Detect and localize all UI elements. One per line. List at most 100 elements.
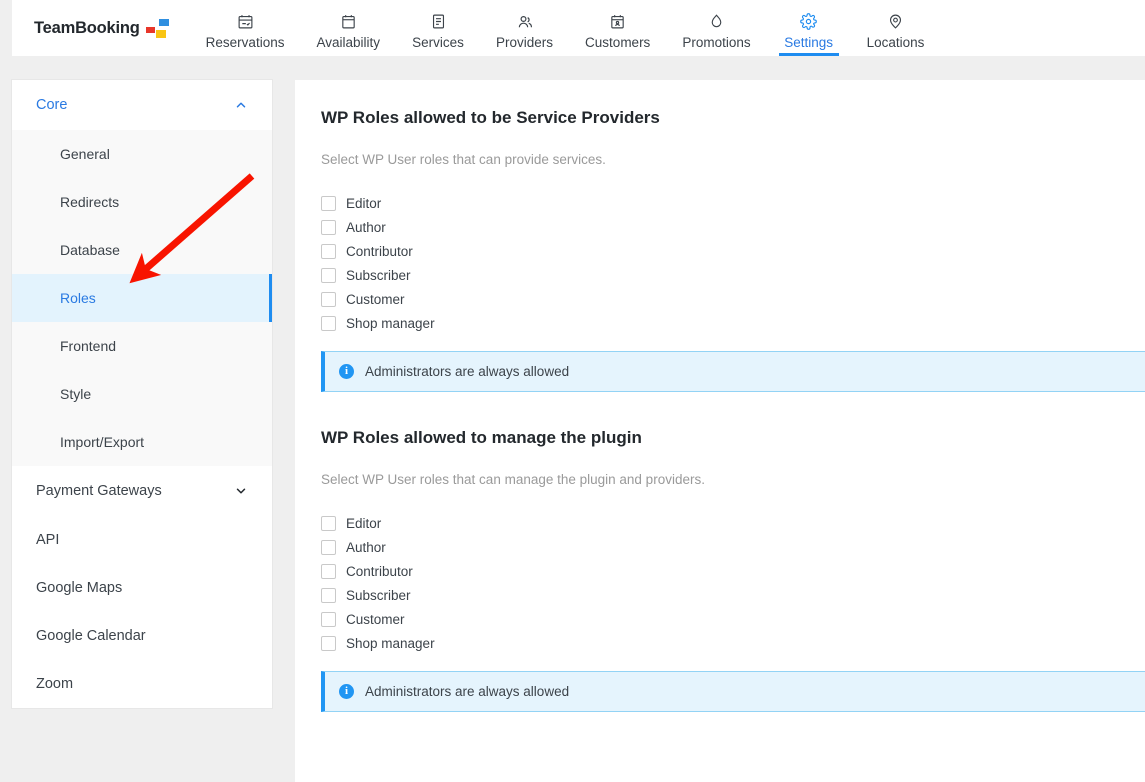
sidebar-item-google-calendar[interactable]: Google Calendar	[12, 612, 272, 660]
info-icon: i	[339, 684, 354, 699]
section-subtitle-manage-plugin: Select WP User roles that can manage the…	[321, 472, 1145, 487]
sidebar-item-roles[interactable]: Roles	[12, 274, 272, 322]
sidebar-item-label: Style	[60, 386, 91, 402]
role-checkbox-row[interactable]: Editor	[321, 511, 1145, 535]
role-checkbox-row[interactable]: Contributor	[321, 239, 1145, 263]
sidebar-item-label: Redirects	[60, 194, 119, 210]
gear-icon	[800, 13, 817, 31]
sidebar-group-payment-gateways[interactable]: Payment Gateways	[12, 466, 272, 516]
checkbox-icon[interactable]	[321, 220, 336, 235]
sidebar-group-label: Core	[36, 97, 67, 113]
section-title-service-providers: WP Roles allowed to be Service Providers	[321, 108, 1145, 128]
role-checkbox-row[interactable]: Subscriber	[321, 263, 1145, 287]
sidebar-group-label: Payment Gateways	[36, 483, 162, 499]
nav-label: Services	[412, 35, 464, 50]
role-checkbox-row[interactable]: Author	[321, 535, 1145, 559]
role-label: Customer	[346, 292, 405, 307]
brand-mark-red-square	[146, 27, 155, 33]
role-label: Subscriber	[346, 588, 411, 603]
sidebar-item-api[interactable]: API	[12, 516, 272, 564]
checkbox-icon[interactable]	[321, 564, 336, 579]
checkbox-icon[interactable]	[321, 588, 336, 603]
sidebar-item-style[interactable]: Style	[12, 370, 272, 418]
sidebar-item-general[interactable]: General	[12, 130, 272, 178]
sidebar-item-label: API	[36, 532, 59, 548]
settings-sidebar: Core General Redirects Database Roles Fr…	[12, 80, 272, 708]
info-notice-managers: i Administrators are always allowed	[321, 671, 1145, 712]
sidebar-item-label: Roles	[60, 290, 96, 306]
role-checkbox-row[interactable]: Shop manager	[321, 631, 1145, 655]
role-label: Author	[346, 220, 386, 235]
sidebar-item-zoom[interactable]: Zoom	[12, 660, 272, 708]
nav-label: Availability	[316, 35, 380, 50]
flame-icon	[708, 13, 725, 31]
checkbox-icon[interactable]	[321, 196, 336, 211]
section-title-manage-plugin: WP Roles allowed to manage the plugin	[321, 428, 1145, 448]
checkbox-icon[interactable]	[321, 612, 336, 627]
info-notice-text: Administrators are always allowed	[365, 364, 569, 379]
role-checkbox-row[interactable]: Author	[321, 215, 1145, 239]
nav-item-customers[interactable]: Customers	[569, 0, 666, 56]
checkbox-icon[interactable]	[321, 244, 336, 259]
sidebar-item-label: Google Calendar	[36, 628, 146, 644]
chevron-up-icon	[234, 98, 248, 112]
nav-item-providers[interactable]: Providers	[480, 0, 569, 56]
list-document-icon	[430, 13, 447, 31]
nav-label: Promotions	[682, 35, 750, 50]
nav-item-availability[interactable]: Availability	[300, 0, 396, 56]
nav-item-settings[interactable]: Settings	[767, 0, 851, 56]
checkbox-icon[interactable]	[321, 636, 336, 651]
brand-name: TeamBooking	[34, 19, 140, 38]
role-label: Shop manager	[346, 316, 435, 331]
role-checkbox-row[interactable]: Shop manager	[321, 311, 1145, 335]
people-icon	[516, 13, 534, 31]
role-label: Contributor	[346, 564, 413, 579]
sidebar-item-database[interactable]: Database	[12, 226, 272, 274]
brand-mark-yellow-square	[156, 30, 166, 38]
nav-label: Settings	[784, 35, 833, 50]
checkbox-icon[interactable]	[321, 316, 336, 331]
nav-item-locations[interactable]: Locations	[851, 0, 941, 56]
calendar-icon	[340, 13, 357, 31]
role-checkbox-row[interactable]: Editor	[321, 191, 1145, 215]
settings-content-panel: WP Roles allowed to be Service Providers…	[295, 80, 1145, 782]
sidebar-item-frontend[interactable]: Frontend	[12, 322, 272, 370]
sidebar-item-label: Database	[60, 242, 120, 258]
sidebar-core-items: General Redirects Database Roles Fronten…	[12, 130, 272, 466]
checkbox-icon[interactable]	[321, 540, 336, 555]
role-label: Editor	[346, 196, 381, 211]
role-label: Subscriber	[346, 268, 411, 283]
role-label: Customer	[346, 612, 405, 627]
checkbox-icon[interactable]	[321, 292, 336, 307]
sidebar-item-google-maps[interactable]: Google Maps	[12, 564, 272, 612]
nav-item-reservations[interactable]: Reservations	[190, 0, 301, 56]
sidebar-group-core[interactable]: Core	[12, 80, 272, 130]
info-icon: i	[339, 364, 354, 379]
info-notice-providers: i Administrators are always allowed	[321, 351, 1145, 392]
section-subtitle-service-providers: Select WP User roles that can provide se…	[321, 152, 1145, 167]
sidebar-item-label: Import/Export	[60, 434, 144, 450]
checkbox-icon[interactable]	[321, 516, 336, 531]
nav-label: Providers	[496, 35, 553, 50]
role-checkbox-list-managers: Editor Author Contributor Subscriber Cus…	[321, 511, 1145, 655]
nav-label: Locations	[867, 35, 925, 50]
role-checkbox-row[interactable]: Customer	[321, 607, 1145, 631]
chevron-down-icon	[234, 484, 248, 498]
brand-logo[interactable]: TeamBooking	[12, 0, 190, 56]
role-label: Contributor	[346, 244, 413, 259]
page-body: Core General Redirects Database Roles Fr…	[0, 56, 1145, 774]
top-nav-items: Reservations Availability Services	[190, 0, 941, 56]
nav-item-services[interactable]: Services	[396, 0, 480, 56]
sidebar-item-label: Zoom	[36, 676, 73, 692]
role-checkbox-row[interactable]: Contributor	[321, 559, 1145, 583]
checkbox-icon[interactable]	[321, 268, 336, 283]
info-notice-text: Administrators are always allowed	[365, 684, 569, 699]
role-checkbox-row[interactable]: Customer	[321, 287, 1145, 311]
calendar-check-icon	[237, 13, 254, 31]
role-label: Shop manager	[346, 636, 435, 651]
role-label: Author	[346, 540, 386, 555]
sidebar-item-import-export[interactable]: Import/Export	[12, 418, 272, 466]
sidebar-item-redirects[interactable]: Redirects	[12, 178, 272, 226]
nav-item-promotions[interactable]: Promotions	[666, 0, 766, 56]
role-checkbox-row[interactable]: Subscriber	[321, 583, 1145, 607]
